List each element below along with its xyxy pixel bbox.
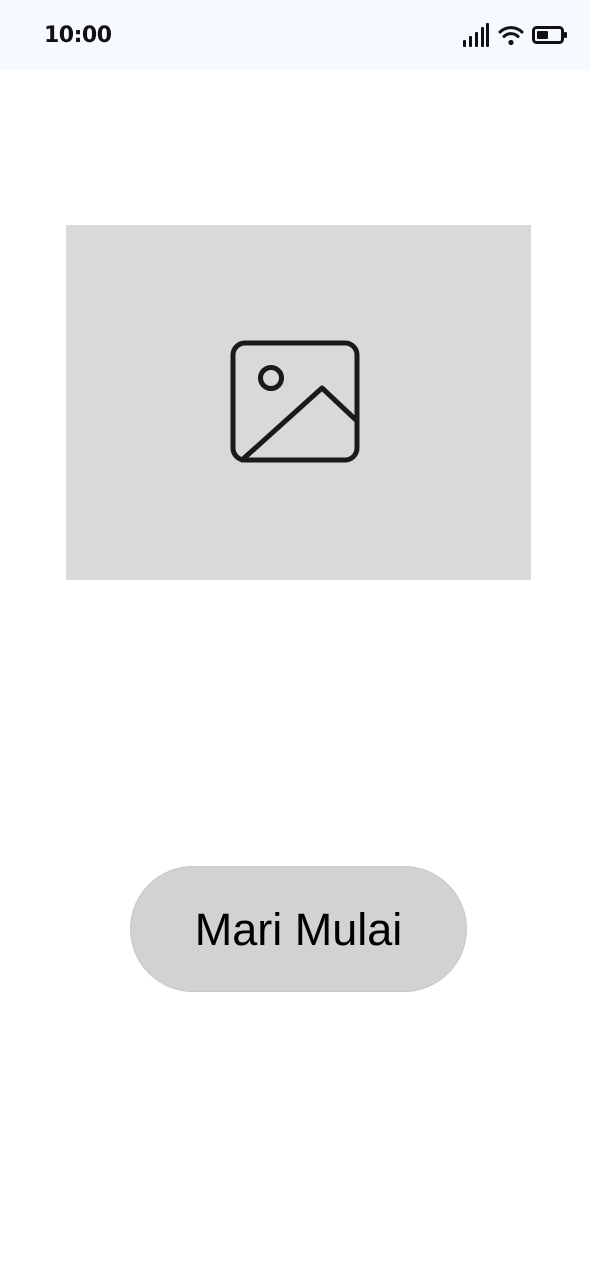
status-icons <box>462 22 568 48</box>
hero-image-placeholder <box>66 225 531 580</box>
status-bar: 10:00 <box>0 0 590 70</box>
image-placeholder-icon <box>230 340 360 469</box>
start-button-label: Mari Mulai <box>194 903 403 955</box>
cellular-signal-icon <box>462 23 490 47</box>
welcome-screen: 10:00 Mari Mulai <box>0 0 590 1280</box>
battery-icon <box>532 25 568 45</box>
wifi-icon <box>498 24 524 46</box>
status-time: 10:00 <box>44 23 112 48</box>
start-button[interactable]: Mari Mulai <box>130 866 467 992</box>
